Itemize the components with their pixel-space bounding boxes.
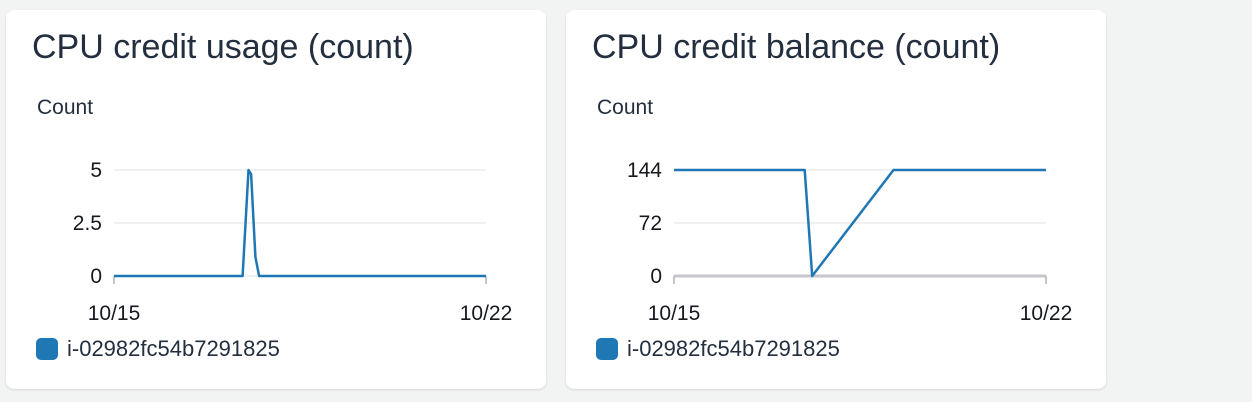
- y-tick-label: 72: [639, 212, 662, 235]
- legend-item-label: i-02982fc54b7291825: [67, 336, 280, 361]
- x-tick-label: 10/22: [460, 302, 513, 325]
- widget-title: CPU credit balance (count): [592, 28, 1001, 66]
- chart-plot-area: 0 72 144 10/15 10/22: [627, 159, 1073, 325]
- legend: i-02982fc54b7291825: [36, 336, 280, 362]
- widget-title: CPU credit usage (count): [32, 28, 414, 66]
- legend-swatch: [596, 338, 618, 360]
- y-tick-label: 0: [90, 265, 102, 288]
- cpu-credit-balance-widget: CPU credit balance (count) Count 0 72 144 1…: [566, 10, 1106, 389]
- x-tick-label: 10/15: [648, 302, 701, 325]
- x-tick-label: 10/22: [1020, 302, 1073, 325]
- chart-plot-area: 0 2.5 5 10/15 10/22: [73, 159, 513, 325]
- y-axis-label: Count: [597, 96, 654, 119]
- cpu-credit-usage-widget: CPU credit usage (count) Count 0 2.5 5 10/1…: [6, 10, 546, 389]
- y-tick-label: 0: [650, 265, 662, 288]
- legend-swatch: [36, 338, 58, 360]
- legend: i-02982fc54b7291825: [596, 336, 840, 362]
- y-axis-label: Count: [37, 96, 94, 119]
- y-tick-label: 2.5: [73, 212, 102, 235]
- legend-item-label: i-02982fc54b7291825: [627, 336, 840, 361]
- x-tick-label: 10/15: [88, 302, 141, 325]
- y-tick-label: 5: [90, 159, 102, 182]
- y-tick-label: 144: [627, 159, 662, 182]
